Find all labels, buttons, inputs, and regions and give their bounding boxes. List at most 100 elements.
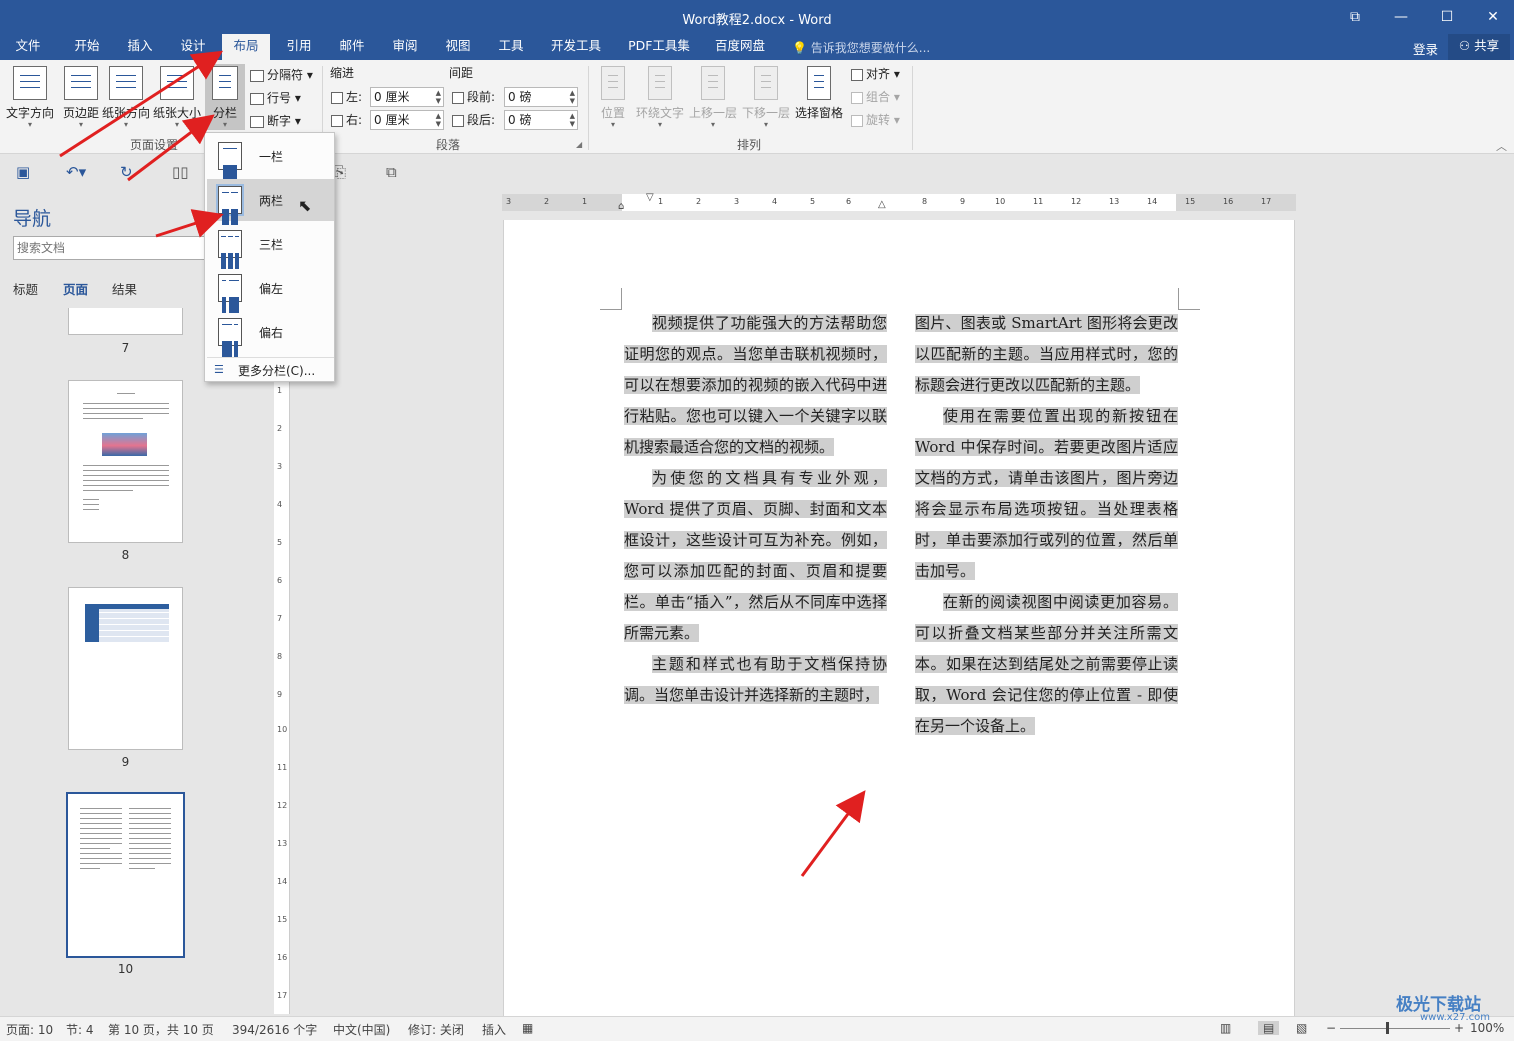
menu-item-three-columns[interactable]: 三栏 [207, 223, 334, 265]
tab-references[interactable]: 引用 [276, 34, 322, 60]
spin-arrows-icon[interactable]: ▲ ▼ [570, 89, 575, 105]
ruler-tick: 7 [277, 614, 283, 623]
nav-search-input[interactable] [13, 236, 213, 260]
ribbon-display-options-icon[interactable]: ⧉ [1332, 0, 1378, 34]
redo-icon[interactable]: ↻ [120, 163, 133, 181]
print-layout-icon[interactable]: ▤ [1258, 1021, 1280, 1035]
indent-right-input[interactable]: 0 厘米 ▲ ▼ [370, 110, 444, 130]
horizontal-ruler[interactable]: 3 2 1 1 2 3 4 5 6 8 9 10 11 12 13 14 15 … [502, 192, 1296, 212]
share-button[interactable]: ⚇ 共享 [1448, 34, 1510, 60]
tab-file[interactable]: 文件 [8, 34, 48, 60]
nav-tab-results[interactable]: 结果 [112, 279, 137, 298]
right-column[interactable]: 图片、图表或 SmartArt 图形将会更改以匹配新的主题。当应用样式时，您的标… [915, 308, 1178, 742]
menu-item-one-column[interactable]: 一栏 [207, 135, 334, 177]
space-after-text: 段后: [467, 113, 496, 127]
login-link[interactable]: 登录 [1413, 39, 1438, 58]
attach-icon[interactable]: ⎘ [334, 163, 346, 181]
zoom-out-icon[interactable]: − [1326, 1021, 1336, 1035]
menu-item-left[interactable]: 偏左 [207, 267, 334, 309]
send-backward-button[interactable]: 下移一层 ▾ [740, 64, 792, 130]
group-button[interactable]: 组合 ▾ [851, 87, 900, 107]
nav-tab-headings[interactable]: 标题 [13, 279, 38, 298]
read-mode-icon[interactable]: ▥ [1220, 1021, 1231, 1035]
wrap-text-icon [648, 66, 672, 100]
more-columns-icon: ☰ [214, 363, 224, 376]
space-before-input[interactable]: 0 磅 ▲ ▼ [504, 87, 578, 107]
ruler-tick: 16 [1223, 197, 1234, 206]
undo-icon[interactable]: ↶▾ [66, 163, 86, 181]
space-before-label: 段前: [452, 87, 495, 107]
columns-button[interactable]: 分栏 ▾ [205, 64, 245, 130]
position-button[interactable]: 位置 ▾ [593, 64, 633, 130]
spin-arrows-icon[interactable]: ▲ ▼ [570, 112, 575, 128]
zoom-in-icon[interactable]: + [1454, 1021, 1464, 1035]
text-direction-button[interactable]: 文字方向 ▾ [3, 64, 57, 130]
orientation-button[interactable]: 纸张方向 ▾ [97, 64, 155, 130]
maximize-icon[interactable]: ☐ [1424, 0, 1470, 34]
wrap-text-button[interactable]: 环绕文字 ▾ [633, 64, 687, 130]
menu-item-two-columns[interactable]: 两栏 ⬉ [207, 179, 334, 221]
minimize-icon[interactable]: — [1378, 0, 1424, 34]
tab-mailings[interactable]: 邮件 [329, 34, 375, 60]
first-line-indent-marker-icon[interactable]: ▽ [646, 192, 654, 203]
spin-arrows-icon[interactable]: ▲ ▼ [436, 89, 441, 105]
tab-layout[interactable]: 布局 [222, 34, 270, 60]
more-columns-item[interactable]: ☰ 更多分栏(C)... [207, 357, 334, 379]
breaks-button[interactable]: 分隔符 ▾ [250, 65, 313, 85]
tab-insert[interactable]: 插入 [117, 34, 163, 60]
page-thumbnail[interactable] [68, 380, 183, 543]
nav-tab-pages[interactable]: 页面 [63, 279, 88, 298]
right-indent-marker-icon[interactable]: △ [878, 199, 886, 210]
status-language[interactable]: 中文(中国) [333, 1021, 390, 1038]
tell-me-box[interactable]: 💡 告诉我您想要做什么... [792, 39, 930, 56]
menu-item-right[interactable]: 偏右 [207, 311, 334, 353]
size-button[interactable]: 纸张大小 ▾ [150, 64, 204, 130]
close-icon[interactable]: ✕ [1470, 0, 1514, 34]
zoom-slider[interactable] [1340, 1028, 1450, 1029]
page-thumbnail[interactable] [68, 308, 183, 335]
selection-pane-button[interactable]: 选择窗格 [793, 64, 845, 130]
status-section[interactable]: 节: 4 [66, 1021, 94, 1038]
rotate-button[interactable]: 旋转 ▾ [851, 110, 900, 130]
wrap-text-label: 环绕文字 [635, 106, 684, 120]
zoom-level[interactable]: 100% [1470, 1021, 1504, 1035]
document-page[interactable]: 视频提供了功能强大的方法帮助您证明您的观点。当您单击联机视频时，可以在想要添加的… [503, 220, 1295, 1020]
thumb-line [129, 868, 155, 869]
tab-home[interactable]: 开始 [64, 34, 110, 60]
ruler-tick: 14 [277, 877, 288, 886]
line-numbers-button[interactable]: 行号 ▾ [250, 88, 301, 108]
page-thumbnail-selected[interactable] [66, 792, 185, 958]
spin-arrows-icon[interactable]: ▲ ▼ [436, 112, 441, 128]
ruler-tick: 13 [277, 839, 288, 848]
bring-forward-button[interactable]: 上移一层 ▾ [687, 64, 739, 130]
zoom-slider-thumb[interactable] [1386, 1022, 1389, 1034]
left-column[interactable]: 视频提供了功能强大的方法帮助您证明您的观点。当您单击联机视频时，可以在想要添加的… [624, 308, 887, 711]
space-after-input[interactable]: 0 磅 ▲ ▼ [504, 110, 578, 130]
tab-design[interactable]: 设计 [170, 34, 216, 60]
indent-left-input[interactable]: 0 厘米 ▲ ▼ [370, 87, 444, 107]
page-thumbnail[interactable] [68, 587, 183, 750]
collapse-ribbon-icon[interactable]: ︿ [1496, 138, 1507, 154]
dialog-launcher-icon[interactable]: ◢ [576, 140, 582, 149]
status-insert-mode[interactable]: 插入 [482, 1021, 506, 1038]
save-icon[interactable]: ▣ [16, 163, 30, 181]
tab-tools[interactable]: 工具 [488, 34, 534, 60]
left-indent-marker-icon[interactable]: ⌂ [618, 201, 624, 212]
status-page-of[interactable]: 第 10 页，共 10 页 [108, 1021, 214, 1038]
web-layout-icon[interactable]: ▧ [1296, 1021, 1307, 1035]
hyphenation-button[interactable]: 断字 ▾ [250, 111, 301, 131]
two-pages-icon[interactable]: ▯▯ [172, 163, 189, 181]
align-button[interactable]: 对齐 ▾ [851, 64, 900, 84]
tab-pdf-tools[interactable]: PDF工具集 [620, 34, 698, 60]
status-page[interactable]: 页面: 10 [6, 1021, 53, 1038]
screenshot-icon[interactable]: ⧉ [386, 163, 397, 181]
status-track-changes[interactable]: 修订: 关闭 [408, 1021, 464, 1038]
tab-review[interactable]: 审阅 [382, 34, 428, 60]
macro-record-icon[interactable]: ▦ [522, 1021, 533, 1035]
ruler-tick: 4 [772, 197, 778, 206]
tab-baidu-netdisk[interactable]: 百度网盘 [707, 34, 773, 60]
tab-view[interactable]: 视图 [435, 34, 481, 60]
tab-developer[interactable]: 开发工具 [541, 34, 611, 60]
selection-pane-label: 选择窗格 [794, 106, 843, 120]
status-word-count[interactable]: 394/2616 个字 [232, 1021, 317, 1038]
